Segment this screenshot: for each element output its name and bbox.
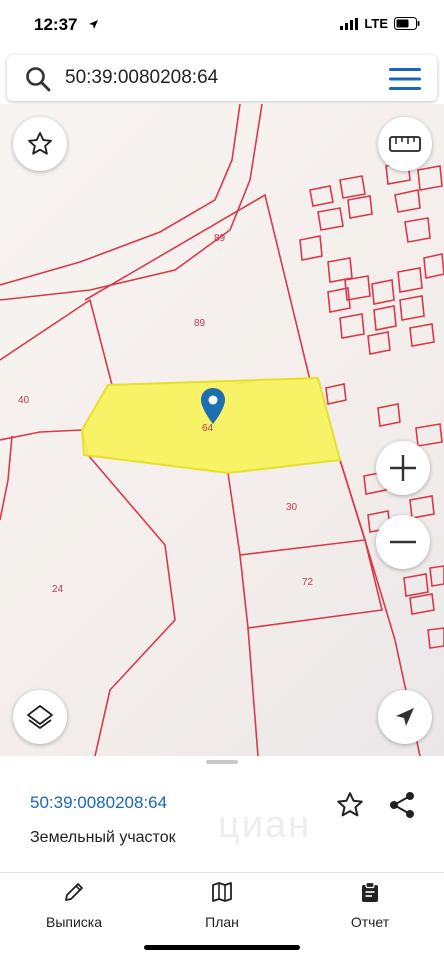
tab-extract-label: Выписка <box>45 914 103 930</box>
battery-icon <box>394 17 420 30</box>
favorite-button[interactable] <box>13 117 67 171</box>
ruler-button[interactable] <box>378 117 432 171</box>
search-bar <box>7 55 437 101</box>
zoom-in-button[interactable] <box>376 441 430 495</box>
ruler-icon <box>389 136 421 152</box>
star-outline-icon <box>28 131 52 155</box>
parcel-type: Земельный участок <box>30 829 176 846</box>
network-type: LTE <box>364 16 388 31</box>
map-icon <box>212 882 232 902</box>
sheet-grabber[interactable] <box>206 760 238 764</box>
tab-report[interactable]: Отчет <box>320 881 420 930</box>
tab-extract[interactable]: Выписка <box>24 881 124 930</box>
parcel-label-72: 72 <box>302 577 314 588</box>
zoom-out-button[interactable] <box>376 515 430 569</box>
parcel-label-89-mid: 89 <box>194 318 206 329</box>
clipboard-icon <box>362 881 378 902</box>
plus-icon <box>390 455 416 481</box>
my-location-button[interactable] <box>378 690 432 744</box>
tab-report-label: Отчет <box>350 914 390 930</box>
parcel-label-24: 24 <box>52 584 64 595</box>
share-icon[interactable] <box>388 790 416 820</box>
watermark: циан <box>218 804 312 846</box>
tab-plan-label: План <box>205 914 239 930</box>
layers-icon <box>27 705 53 729</box>
status-time: 12:37 <box>34 15 78 34</box>
signal-icon <box>340 17 359 30</box>
star-outline-icon[interactable] <box>335 790 365 820</box>
search-icon[interactable] <box>25 66 51 92</box>
parcel-label-64: 64 <box>202 423 214 434</box>
minus-icon <box>390 540 416 544</box>
search-input[interactable] <box>65 55 365 101</box>
location-pin-icon[interactable] <box>201 388 225 424</box>
navigation-arrow-icon <box>396 708 414 726</box>
parcel-label-40: 40 <box>18 395 30 406</box>
parcel-label-30: 30 <box>286 502 298 513</box>
map-view[interactable]: 89 89 40 64 30 24 72 <box>0 104 444 756</box>
parcel-cadastral-number: 50:39:0080208:64 <box>30 793 168 812</box>
status-bar: 12:37 LTE <box>0 0 444 52</box>
parcel-boundaries <box>0 104 444 756</box>
status-indicators: LTE <box>340 16 420 31</box>
parcel-info-sheet[interactable]: циан 50:39:0080208:64 Земельный участок <box>0 756 444 872</box>
parcel-label-89-top: 89 <box>214 233 226 244</box>
home-indicator <box>144 945 300 950</box>
pencil-icon <box>65 883 83 901</box>
location-arrow-icon <box>89 20 98 29</box>
menu-icon[interactable] <box>389 68 421 90</box>
layers-button[interactable] <box>13 690 67 744</box>
tab-plan[interactable]: План <box>172 881 272 930</box>
